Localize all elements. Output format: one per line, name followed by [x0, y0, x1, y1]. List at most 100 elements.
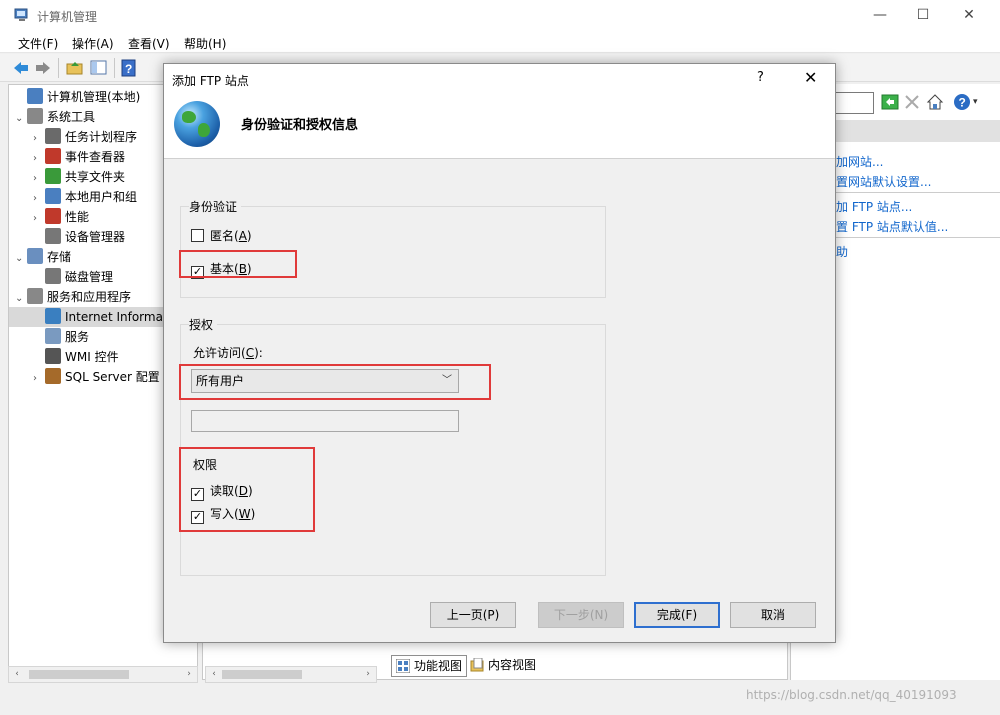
add-ftp-site-dialog: 添加 FTP 站点 ? ✕ 身份验证和授权信息 身份验证 匿名(A) ✓ 基本(B… — [163, 63, 836, 643]
tree-node-icon — [45, 368, 61, 384]
anonymous-checkbox-box[interactable] — [191, 229, 204, 242]
tab-features-label: 功能视图 — [414, 659, 463, 673]
collapse-chevron-icon[interactable]: › — [33, 209, 45, 229]
anonymous-suffix: ) — [246, 229, 252, 243]
menu-view[interactable]: 查看(V) — [128, 35, 170, 52]
tree-item-label: 事件查看器 — [65, 150, 126, 164]
close-button[interactable]: ✕ — [946, 0, 992, 31]
anonymous-accesskey: A — [238, 229, 247, 243]
maximize-button[interactable]: ☐ — [900, 0, 946, 31]
dialog-close-button[interactable]: ✕ — [804, 68, 817, 87]
tree-item-label: WMI 控件 — [65, 350, 119, 364]
actions-separator — [831, 237, 1000, 238]
show-hide-tree-icon[interactable] — [90, 59, 108, 77]
collapse-chevron-icon[interactable]: › — [33, 169, 45, 189]
toolbar-separator — [58, 58, 59, 78]
tab-content-view[interactable]: 内容视图 — [466, 655, 540, 677]
set-website-defaults-link[interactable]: 置网站默认设置... — [836, 173, 931, 190]
forward-arrow-icon[interactable] — [34, 59, 52, 77]
svg-text:?: ? — [125, 62, 132, 76]
expand-chevron-icon[interactable]: ⌄ — [15, 289, 27, 309]
highlight-box-permissions — [179, 447, 315, 532]
help-link[interactable]: 助 — [836, 243, 848, 260]
tree-item-label: 服务和应用程序 — [47, 290, 132, 304]
tree-node-icon — [45, 128, 61, 144]
help-circle-icon[interactable]: ? — [953, 93, 971, 111]
expand-chevron-icon[interactable]: ⌄ — [15, 249, 27, 269]
watermark: https://blog.csdn.net/qq_40191093 — [746, 688, 957, 702]
tree-item-label: 计算机管理(本地) — [47, 90, 141, 104]
prev-button[interactable]: 上一页(P) — [430, 602, 516, 628]
set-ftp-defaults-link[interactable]: 置 FTP 站点默认值... — [836, 218, 948, 235]
scroll-right-icon[interactable]: › — [360, 667, 376, 682]
anonymous-label: 匿名( — [210, 229, 239, 243]
content-view-icon — [470, 658, 484, 672]
actions-separator — [831, 192, 1000, 193]
tree-node-icon — [27, 288, 43, 304]
dialog-title-bar: 添加 FTP 站点 ? ✕ — [164, 64, 835, 95]
tree-node-icon — [27, 248, 43, 264]
help-dropdown-chevron-icon[interactable]: ▾ — [973, 93, 991, 111]
tree-item-label: 性能 — [65, 210, 90, 224]
scroll-right-icon[interactable]: › — [181, 667, 197, 682]
allow-access-accesskey: C — [245, 346, 255, 360]
tree-item-label: 共享文件夹 — [65, 170, 126, 184]
authorization-group-label: 授权 — [189, 316, 218, 333]
tab-features-view[interactable]: 功能视图 — [391, 655, 468, 677]
tree-node-icon — [45, 348, 61, 364]
scroll-thumb[interactable] — [29, 670, 129, 679]
tree-node-icon — [27, 88, 43, 104]
collapse-chevron-icon[interactable]: › — [33, 189, 45, 209]
dialog-help-button[interactable]: ? — [757, 70, 764, 85]
cancel-button[interactable]: 取消 — [730, 602, 816, 628]
anonymous-checkbox[interactable]: 匿名(A) — [191, 227, 252, 244]
tree-item-label: 设备管理器 — [65, 230, 126, 244]
tree-item-label: 本地用户和组 — [65, 190, 138, 204]
back-arrow-icon[interactable] — [12, 59, 30, 77]
scroll-left-icon[interactable]: ‹ — [206, 667, 222, 682]
collapse-chevron-icon[interactable]: › — [33, 129, 45, 149]
tree-item-label: 任务计划程序 — [65, 130, 138, 144]
add-ftp-site-link[interactable]: 加 FTP 站点... — [836, 198, 912, 215]
allow-access-label: 允许访问(C): — [193, 344, 263, 361]
next-button[interactable]: 下一步(N) — [538, 602, 624, 628]
dialog-header: 身份验证和授权信息 — [164, 95, 835, 159]
allow-access-text: 允许访问( — [193, 346, 246, 360]
features-view-icon — [396, 659, 410, 673]
users-roles-textbox[interactable] — [191, 410, 459, 432]
scroll-thumb[interactable] — [222, 670, 302, 679]
tree-item-label: 磁盘管理 — [65, 270, 114, 284]
help-icon[interactable]: ? — [120, 59, 138, 77]
show-all-icon[interactable] — [903, 93, 921, 111]
add-website-link[interactable]: 加网站... — [836, 153, 883, 170]
finish-button[interactable]: 完成(F) — [634, 602, 720, 628]
highlight-box-basic — [179, 250, 297, 278]
tree-item-label: Internet Informa — [65, 310, 163, 324]
dialog-heading: 身份验证和授权信息 — [241, 118, 359, 133]
globe-land — [198, 123, 210, 137]
up-folder-icon[interactable] — [66, 59, 84, 77]
authentication-group-label: 身份验证 — [189, 198, 242, 215]
tree-node-icon — [45, 168, 61, 184]
scroll-left-icon[interactable]: ‹ — [9, 667, 25, 682]
tree-horizontal-scrollbar[interactable]: ‹ › — [8, 666, 198, 683]
tree-item-label: 存储 — [47, 250, 72, 264]
tree-node-icon — [45, 228, 61, 244]
features-horizontal-scrollbar[interactable]: ‹ › — [205, 666, 377, 683]
svg-text:?: ? — [959, 96, 966, 110]
minimize-button[interactable]: — — [857, 0, 903, 31]
tab-content-label: 内容视图 — [488, 658, 537, 672]
tree-node-icon — [27, 108, 43, 124]
computer-management-icon — [14, 7, 30, 23]
tree-node-icon — [45, 188, 61, 204]
tree-node-icon — [45, 208, 61, 224]
menu-action[interactable]: 操作(A) — [72, 35, 114, 52]
expand-chevron-icon[interactable]: ⌄ — [15, 109, 27, 129]
globe-icon — [174, 101, 220, 147]
menu-help[interactable]: 帮助(H) — [184, 35, 226, 52]
menu-file[interactable]: 文件(F) — [18, 35, 58, 52]
home-icon[interactable] — [926, 93, 944, 111]
collapse-chevron-icon[interactable]: › — [33, 149, 45, 169]
go-icon[interactable] — [881, 93, 899, 111]
collapse-chevron-icon[interactable]: › — [33, 369, 45, 389]
